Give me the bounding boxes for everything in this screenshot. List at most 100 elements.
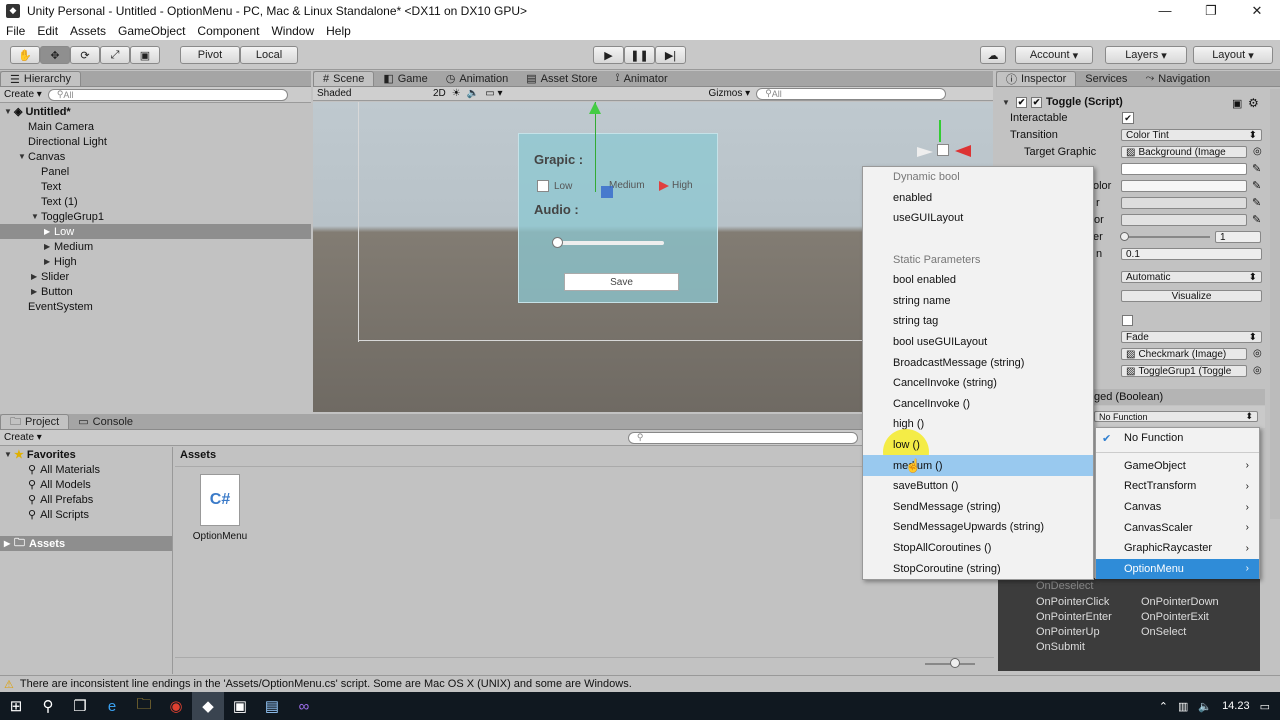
menu-item-optionmenu[interactable]: OptionMenu › (1096, 558, 1259, 580)
close-button[interactable]: ✕ (1234, 0, 1280, 21)
move-tool-button[interactable]: ✥ (40, 46, 70, 64)
component-enabled-checkbox[interactable]: ✔ (1016, 96, 1027, 108)
object-picker-icon[interactable]: ◎ (1253, 348, 1262, 359)
minimize-button[interactable]: — (1142, 0, 1188, 21)
gizmos-dropdown[interactable]: Gizmos ▾ (708, 88, 750, 99)
file-explorer-icon[interactable]: 🗀 (128, 692, 160, 720)
event-item[interactable]: OnPointerDown (1141, 596, 1219, 608)
hierarchy-item-slider[interactable]: ▶ Slider (0, 269, 311, 284)
hierarchy-item-low[interactable]: ▶ Low (0, 224, 311, 239)
menu-help[interactable]: Help (320, 24, 357, 38)
edge-browser-icon[interactable]: e (96, 692, 128, 720)
event-item[interactable]: OnPointerExit (1141, 611, 1209, 623)
interactable-checkbox[interactable]: ✔ (1122, 112, 1134, 124)
favorite-item[interactable]: ⚲ All Materials (0, 462, 172, 477)
unity-taskbar-icon[interactable]: ◆ (192, 692, 224, 720)
rotate-tool-button[interactable]: ⟳ (70, 46, 100, 64)
low-toggle-checkbox[interactable] (537, 180, 549, 192)
account-dropdown[interactable]: Account ▾ (1015, 46, 1093, 64)
menu-item-stop-all-coroutines[interactable]: StopAllCoroutines () (863, 538, 1093, 559)
color-multiplier-slider[interactable] (1124, 236, 1210, 238)
eyedropper-icon[interactable]: ✎ (1252, 196, 1261, 209)
menu-item-low[interactable]: low () (863, 428, 1093, 475)
navigation-dropdown[interactable]: Automatic ⬍ (1121, 271, 1262, 283)
menu-item-broadcast-message[interactable]: BroadcastMessage (string) (863, 352, 1093, 373)
object-picker-icon[interactable]: ◎ (1253, 146, 1262, 157)
graphic-field[interactable]: ▨ Checkmark (Image) (1121, 348, 1247, 360)
windows-start-icon[interactable]: ⊞ (0, 692, 32, 720)
tab-hierarchy[interactable]: ☰ Hierarchy (0, 71, 81, 86)
project-create-button[interactable]: Create ▾ (4, 432, 42, 443)
visualize-button[interactable]: Visualize (1121, 290, 1262, 302)
menu-item-string-tag[interactable]: string tag (863, 311, 1093, 332)
highlighted-color-field[interactable] (1121, 180, 1247, 192)
fade-duration-field[interactable]: 0.1 (1121, 248, 1262, 260)
tab-services[interactable]: Services (1076, 71, 1136, 86)
shading-mode-dropdown[interactable]: Shaded (317, 88, 427, 99)
hierarchy-item-canvas[interactable]: ▼ Canvas (0, 149, 311, 164)
menu-item-canvas[interactable]: Canvas › (1096, 497, 1259, 518)
local-button[interactable]: Local (240, 46, 298, 64)
scene-search-input[interactable]: ⚲ All (756, 87, 947, 100)
chevron-up-icon[interactable]: ⌃ (1159, 700, 1168, 713)
app-taskbar-icon[interactable]: ▣ (224, 692, 256, 720)
event-item[interactable]: OnPointerEnter (1036, 611, 1112, 623)
menu-item-recttransform[interactable]: RectTransform › (1096, 476, 1259, 497)
tab-animation[interactable]: ◷ Animation (437, 71, 518, 86)
menu-item-cancel-invoke[interactable]: CancelInvoke () (863, 394, 1093, 415)
save-ui-button[interactable]: Save (564, 273, 679, 291)
tab-navigation[interactable]: ⤳ Navigation (1136, 71, 1219, 86)
hierarchy-item-medium[interactable]: ▶ Medium (0, 239, 311, 254)
target-graphic-field[interactable]: ▨ Background (Image (1121, 146, 1247, 158)
eyedropper-icon[interactable]: ✎ (1252, 162, 1261, 175)
assets-folder-item[interactable]: ▶ 🗀 Assets (0, 536, 172, 551)
color-multiplier-field[interactable]: 1 (1215, 231, 1261, 243)
menu-item-send-message-upwards[interactable]: SendMessageUpwards (string) (863, 517, 1093, 538)
hierarchy-item-text-1[interactable]: Text (1) (0, 194, 311, 209)
visual-studio-icon[interactable]: ∞ (288, 692, 320, 720)
cloud-button[interactable]: ☁ (980, 46, 1006, 64)
function-dropdown[interactable]: No Function ⬍ (1094, 411, 1258, 422)
hierarchy-item-panel[interactable]: Panel (0, 164, 311, 179)
effects-icon[interactable]: ▭ ▾ (485, 88, 502, 99)
canvas-ui-panel[interactable]: Grapic : Low Medium High Audio : Save (518, 133, 718, 303)
menu-item-canvasscaler[interactable]: CanvasScaler › (1096, 517, 1259, 538)
icon-size-slider-handle[interactable] (950, 658, 960, 668)
tab-asset-store[interactable]: ▤ Asset Store (517, 71, 606, 86)
play-button[interactable]: ▶ (593, 46, 624, 64)
lighting-icon[interactable]: ☀ (452, 88, 461, 99)
hierarchy-item-high[interactable]: ▶ High (0, 254, 311, 269)
hierarchy-item-text[interactable]: Text (0, 179, 311, 194)
favorite-item[interactable]: ⚲ All Models (0, 477, 172, 492)
maximize-button[interactable]: ❐ (1188, 0, 1234, 21)
group-field[interactable]: ▨ ToggleGrup1 (Toggle (1121, 365, 1247, 377)
layers-dropdown[interactable]: Layers ▾ (1105, 46, 1187, 64)
menu-assets[interactable]: Assets (64, 24, 112, 38)
hand-tool-button[interactable]: ✋ (10, 46, 40, 64)
eyedropper-icon[interactable]: ✎ (1252, 213, 1261, 226)
chrome-icon[interactable]: ◉ (160, 692, 192, 720)
hierarchy-create-button[interactable]: Create ▾ (4, 89, 42, 100)
menu-edit[interactable]: Edit (31, 24, 64, 38)
menu-component[interactable]: Component (191, 24, 265, 38)
favorite-item[interactable]: ⚲ All Prefabs (0, 492, 172, 507)
notifications-icon[interactable]: ▭ (1260, 700, 1270, 713)
volume-icon[interactable]: 🔈 (1198, 700, 1212, 713)
tab-game[interactable]: ◧ Game (374, 71, 436, 86)
search-icon[interactable]: ⚲ (32, 692, 64, 720)
event-item[interactable]: OnSubmit (1036, 641, 1085, 653)
menu-item-bool-enabled[interactable]: bool enabled (863, 270, 1093, 291)
volume-slider-handle[interactable] (552, 237, 563, 248)
network-icon[interactable]: ▥ (1178, 700, 1188, 713)
hierarchy-item-button[interactable]: ▶ Button (0, 284, 311, 299)
transition-dropdown[interactable]: Color Tint ⬍ (1121, 129, 1262, 141)
tab-project[interactable]: 🗀 Project (0, 414, 70, 429)
color-multiplier-handle[interactable] (1120, 232, 1129, 241)
menu-gameobject[interactable]: GameObject (112, 24, 191, 38)
object-picker-icon[interactable]: ◎ (1253, 365, 1262, 376)
scale-tool-button[interactable]: ⤢ (100, 46, 130, 64)
task-view-icon[interactable]: ❐ (64, 692, 96, 720)
menu-item-gameobject[interactable]: GameObject › (1096, 456, 1259, 477)
menu-item-usegui-layout[interactable]: useGUILayout (863, 208, 1093, 229)
tab-console[interactable]: ▭ Console (69, 414, 142, 429)
